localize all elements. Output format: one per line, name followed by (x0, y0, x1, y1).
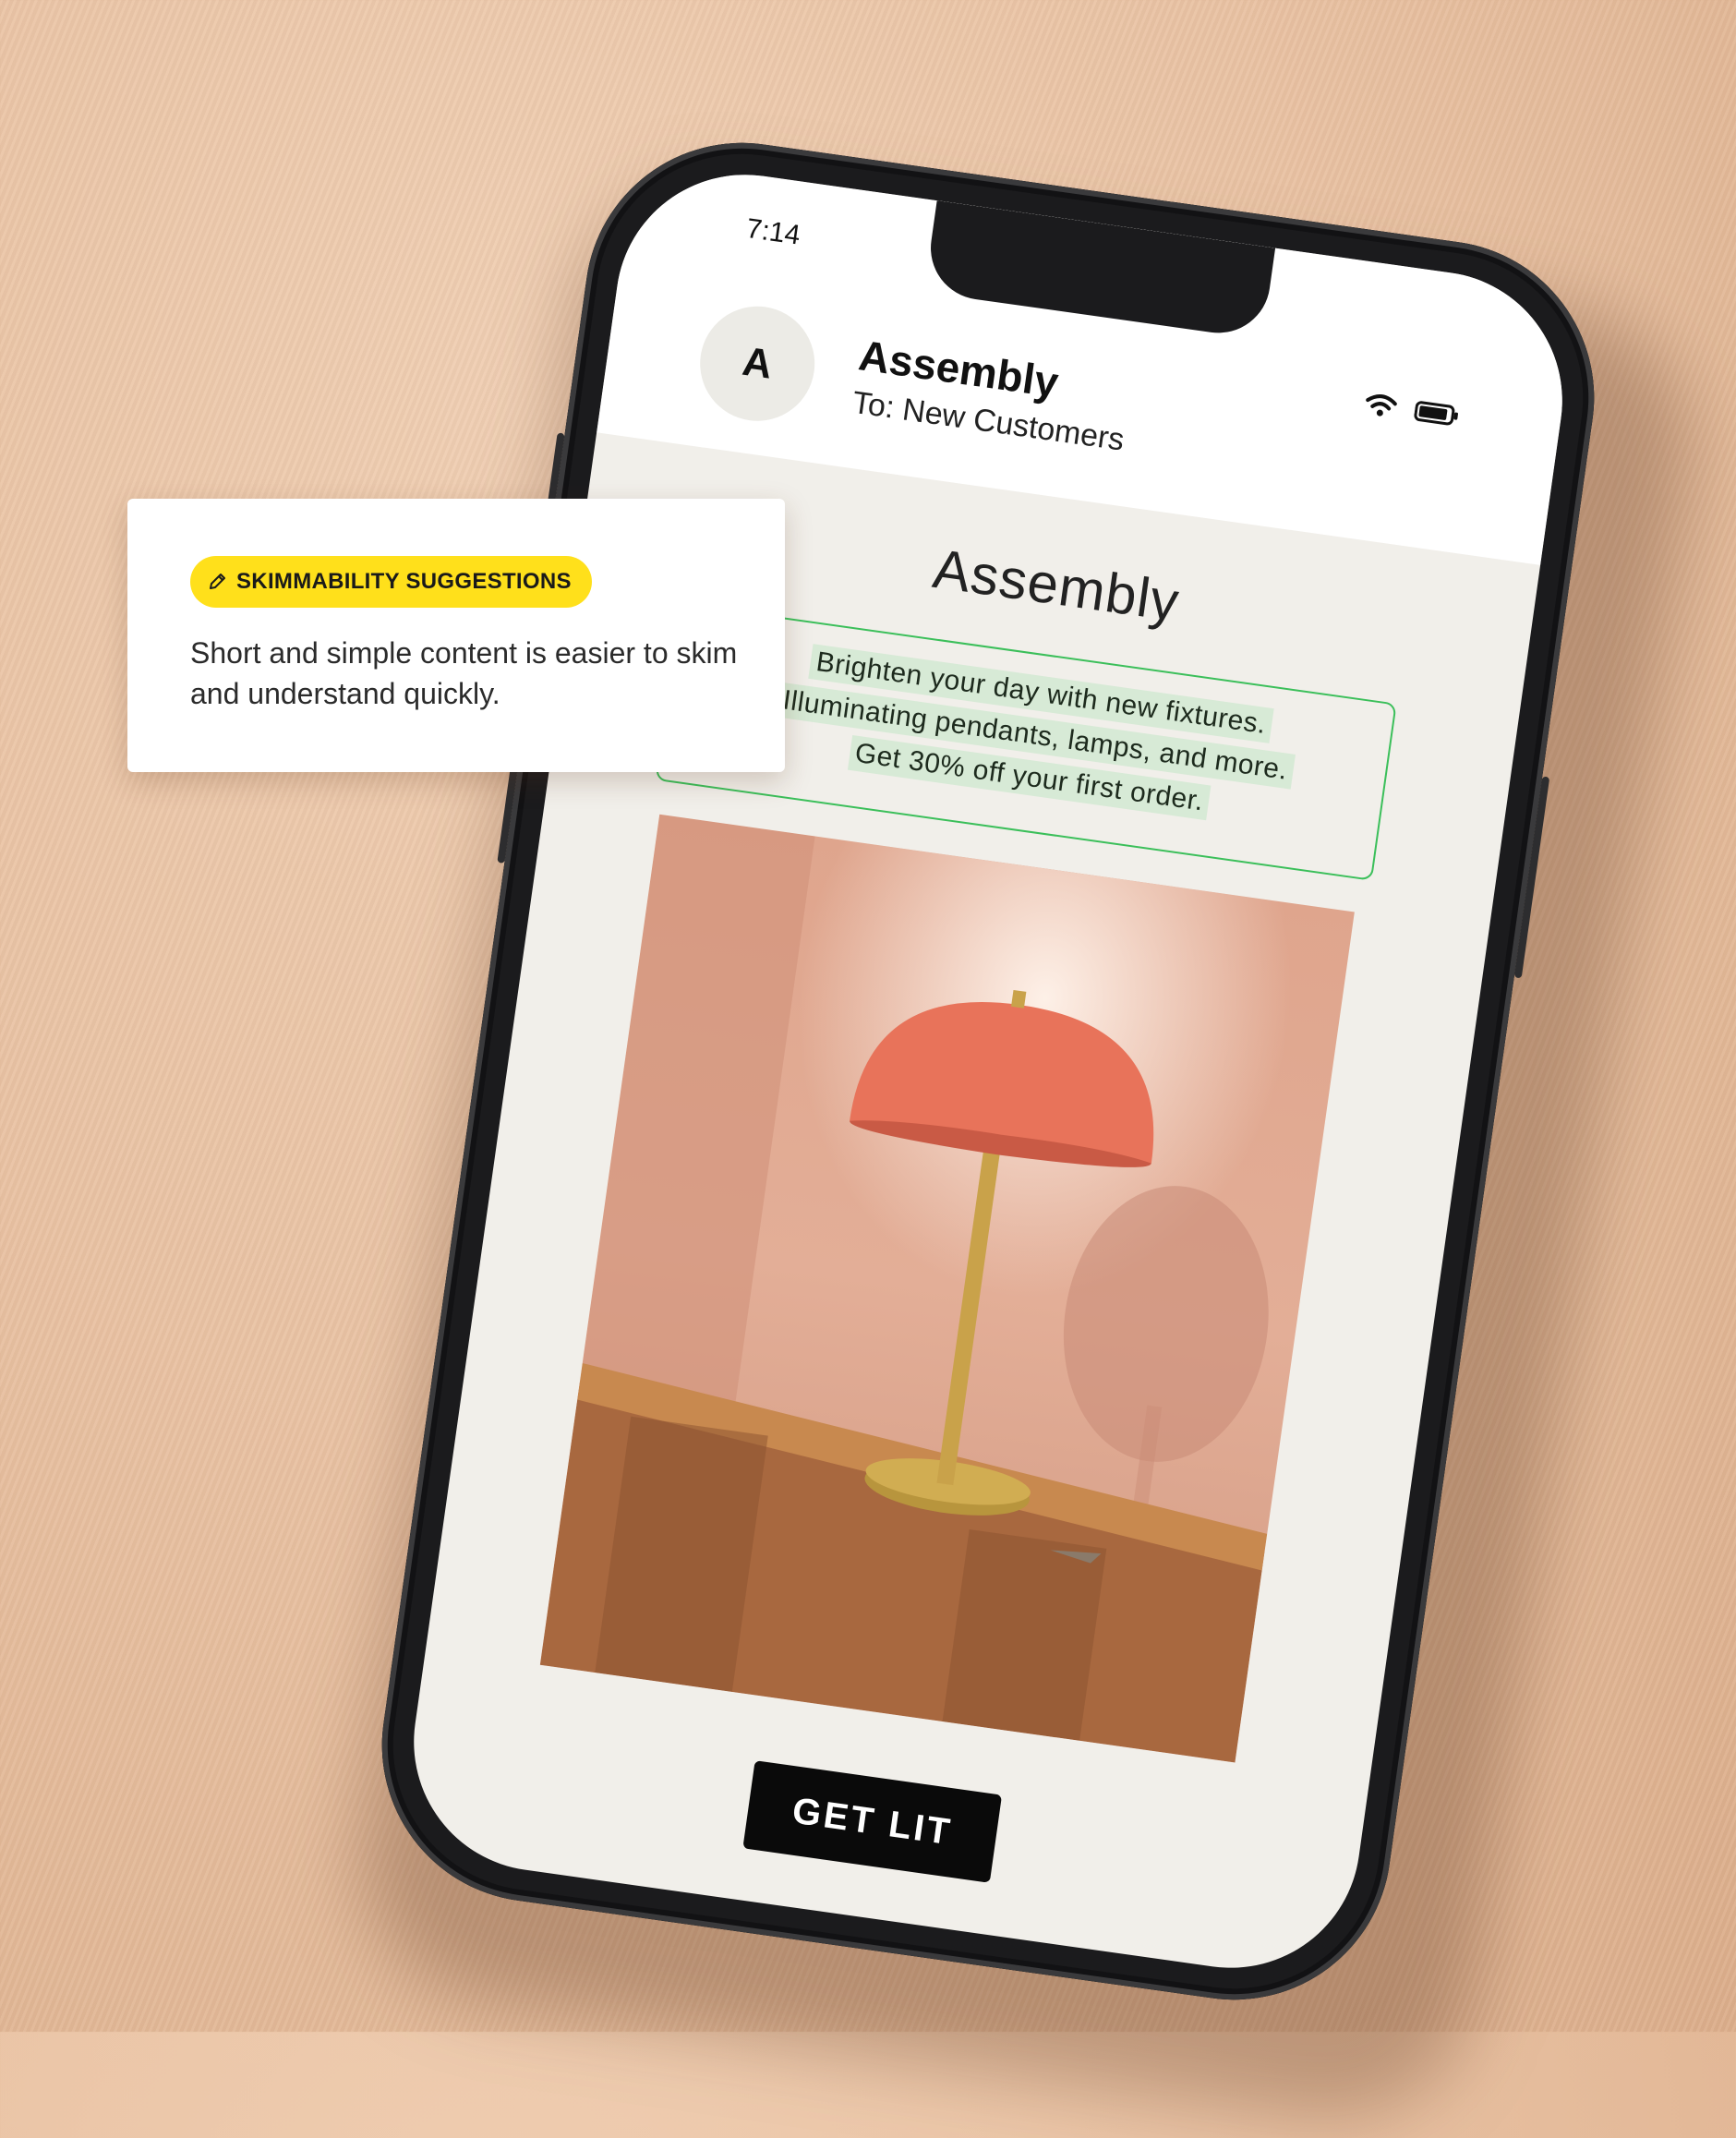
pencil-icon (210, 574, 225, 589)
hero-lamp-photo (539, 814, 1355, 1763)
get-lit-button[interactable]: GET LIT (742, 1760, 1003, 1883)
email-screen: 7:14 A Assembly To: New Customers Assemb… (397, 158, 1579, 1985)
lamp-illustration (539, 814, 1355, 1763)
skimmability-suggestion-card: SKIMMABILITY SUGGESTIONS Short and simpl… (127, 499, 785, 772)
suggestion-message: Short and simple content is easier to sk… (190, 636, 738, 710)
battery-icon (1414, 401, 1459, 426)
badge-label: SKIMMABILITY SUGGESTIONS (236, 569, 572, 594)
skimmability-badge: SKIMMABILITY SUGGESTIONS (190, 556, 592, 608)
wifi-icon (1366, 394, 1397, 417)
sender-avatar[interactable]: A (693, 298, 823, 429)
